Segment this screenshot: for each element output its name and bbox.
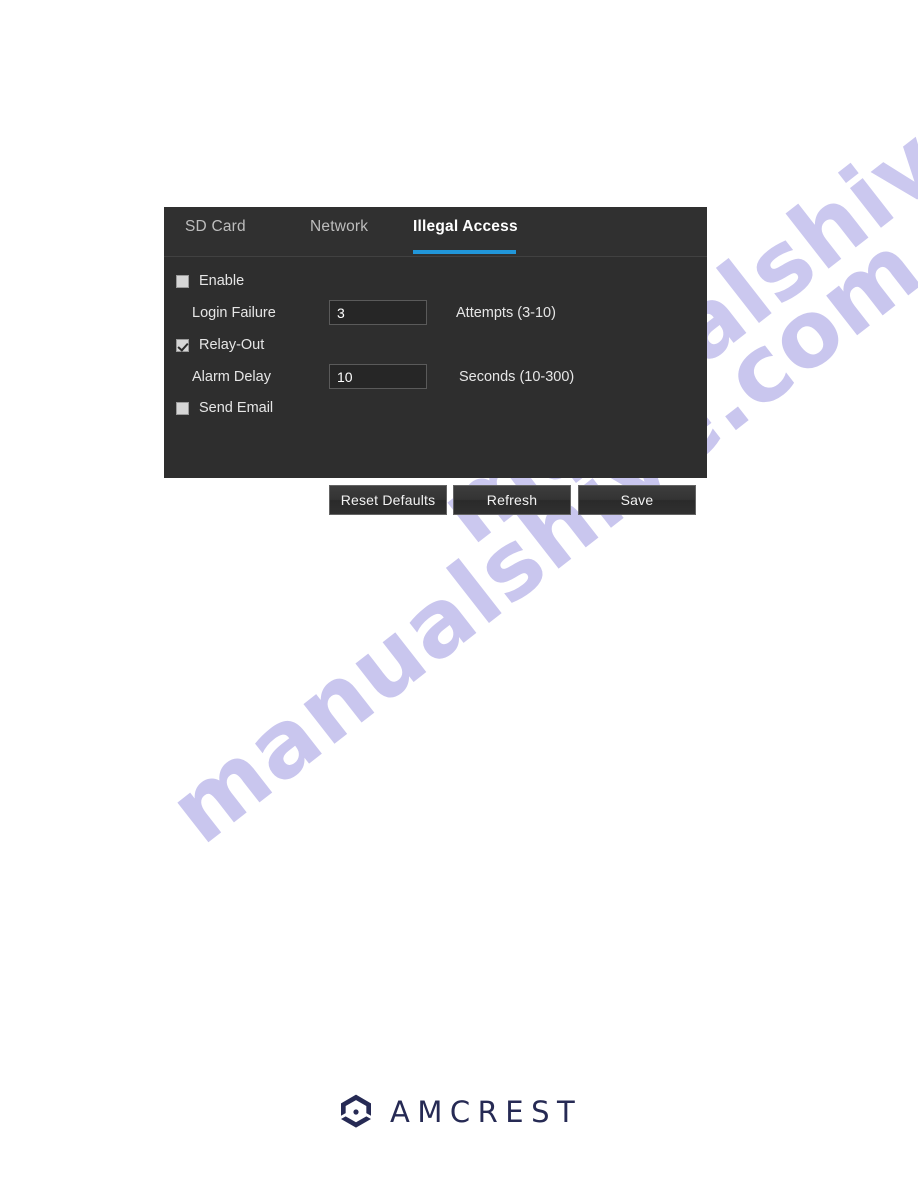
illegal-access-settings-panel: SD Card Network Illegal Access Enable Lo… bbox=[164, 207, 707, 515]
tab-bar: SD Card Network Illegal Access bbox=[164, 207, 707, 257]
login-failure-input[interactable] bbox=[329, 300, 427, 325]
amcrest-logo: AMCREST bbox=[336, 1092, 582, 1132]
enable-checkbox[interactable] bbox=[176, 274, 189, 288]
reset-defaults-button[interactable]: Reset Defaults bbox=[329, 485, 447, 515]
tab-sd-card[interactable]: SD Card bbox=[185, 218, 246, 236]
send-email-checkbox-row[interactable]: Send Email bbox=[176, 400, 273, 416]
alarm-delay-unit-label: Seconds (10-300) bbox=[459, 369, 575, 385]
send-email-label: Send Email bbox=[199, 400, 274, 416]
tab-illegal-access[interactable]: Illegal Access bbox=[413, 218, 518, 236]
relay-out-checkbox-row[interactable]: Relay-Out bbox=[176, 337, 264, 353]
relay-out-label: Relay-Out bbox=[199, 337, 265, 353]
refresh-button[interactable]: Refresh bbox=[453, 485, 571, 515]
amcrest-hexagon-icon bbox=[341, 1094, 371, 1128]
alarm-delay-label: Alarm Delay bbox=[192, 369, 271, 385]
watermark-layer: manualshive.com manualshive.com bbox=[0, 0, 918, 1188]
login-failure-label: Login Failure bbox=[192, 305, 276, 321]
amcrest-wordmark: AMCREST bbox=[390, 1094, 583, 1129]
relay-out-checkbox[interactable] bbox=[176, 338, 189, 352]
panel-body: Enable Login Failure Attempts (3-10) Rel… bbox=[164, 257, 707, 515]
enable-checkbox-row[interactable]: Enable bbox=[176, 273, 244, 289]
save-button[interactable]: Save bbox=[578, 485, 696, 515]
alarm-delay-input[interactable] bbox=[329, 364, 427, 389]
enable-label: Enable bbox=[199, 273, 245, 289]
document-page: manualshive.com manualshive.com SD Card … bbox=[0, 0, 918, 1188]
send-email-checkbox[interactable] bbox=[176, 401, 189, 415]
login-failure-unit-label: Attempts (3-10) bbox=[456, 305, 556, 321]
tab-network[interactable]: Network bbox=[310, 218, 368, 236]
active-tab-underline bbox=[413, 250, 516, 254]
